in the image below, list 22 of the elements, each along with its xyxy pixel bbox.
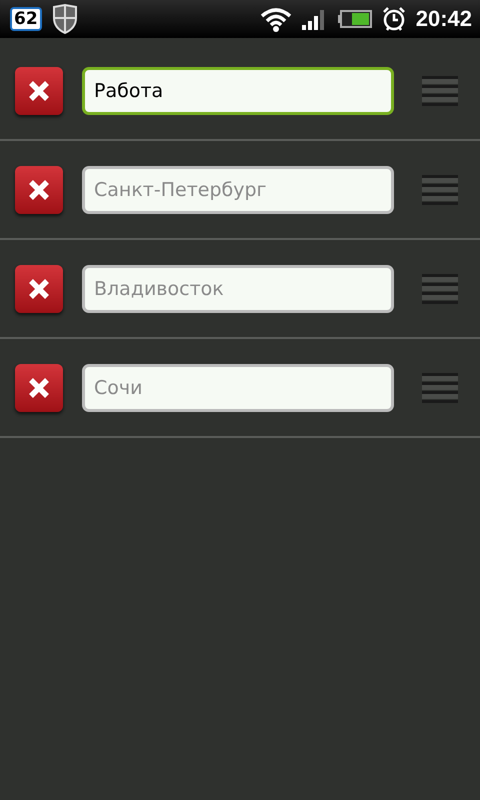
text-field[interactable]: Владивосток xyxy=(82,264,394,312)
shield-icon xyxy=(52,4,78,34)
text-field[interactable]: Санкт-Петербург xyxy=(82,166,394,214)
close-icon xyxy=(27,78,51,102)
delete-button[interactable] xyxy=(15,264,63,312)
drag-handle-icon[interactable] xyxy=(422,174,458,204)
wifi-icon xyxy=(260,6,292,32)
close-icon xyxy=(27,178,51,202)
close-icon xyxy=(27,276,51,300)
close-icon xyxy=(27,376,51,400)
clock-time: 20:42 xyxy=(416,6,472,32)
drag-handle-icon[interactable] xyxy=(422,76,458,106)
delete-button[interactable] xyxy=(15,364,63,412)
text-field[interactable]: Сочи xyxy=(82,364,394,412)
text-field[interactable]: Работа xyxy=(82,66,394,114)
drag-handle-icon[interactable] xyxy=(422,372,458,402)
alarm-clock-icon xyxy=(382,6,406,32)
notification-badge: 62 xyxy=(10,7,42,31)
drag-handle-icon[interactable] xyxy=(422,274,458,304)
battery-icon xyxy=(338,10,372,28)
delete-button[interactable] xyxy=(15,166,63,214)
delete-button[interactable] xyxy=(15,66,63,114)
